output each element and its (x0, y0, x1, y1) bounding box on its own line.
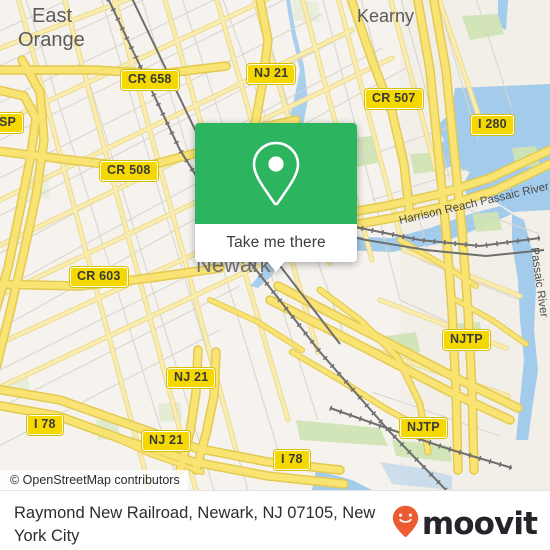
road-shield: CR 507 (365, 89, 423, 109)
footer-bar: Raymond New Railroad, Newark, NJ 07105, … (0, 490, 550, 550)
road-shield: SP (0, 113, 24, 133)
road-shield: CR 658 (121, 70, 179, 90)
road-shield: I 78 (274, 450, 310, 470)
map-screenshot: East Orange Kearny Newark Harrison Reach… (0, 0, 550, 550)
road-shield: NJ 21 (167, 368, 216, 388)
location-title: Raymond New Railroad, Newark, NJ 07105, … (14, 504, 376, 545)
place-label-east-orange-line1: East (32, 5, 72, 27)
road-shield: NJTP (443, 330, 490, 350)
road-shield: CR 603 (70, 267, 128, 287)
callout-image-area (195, 123, 357, 224)
road-shield: NJ 21 (142, 431, 191, 451)
road-shield: CR 508 (100, 161, 158, 181)
location-pin-icon (248, 139, 304, 209)
osm-attribution[interactable]: © OpenStreetMap contributors (0, 470, 188, 490)
moovit-wordmark: moovit (421, 505, 538, 542)
callout-card-body: Take me there (195, 123, 357, 262)
moovit-logo[interactable]: moovit (392, 505, 538, 543)
moovit-pin-icon (392, 505, 419, 543)
place-label-east-orange-line2: Orange (18, 29, 85, 51)
road-shield: I 78 (27, 415, 63, 435)
take-me-there-label[interactable]: Take me there (195, 224, 357, 262)
callout-pointer-tail (267, 261, 285, 272)
place-label-kearny: Kearny (357, 6, 414, 26)
map-viewport[interactable]: East Orange Kearny Newark Harrison Reach… (0, 0, 550, 490)
road-shield: I 280 (471, 115, 514, 135)
road-shield: NJTP (400, 418, 447, 438)
road-shield: NJ 21 (247, 64, 296, 84)
location-callout-card[interactable]: Take me there (195, 123, 357, 272)
